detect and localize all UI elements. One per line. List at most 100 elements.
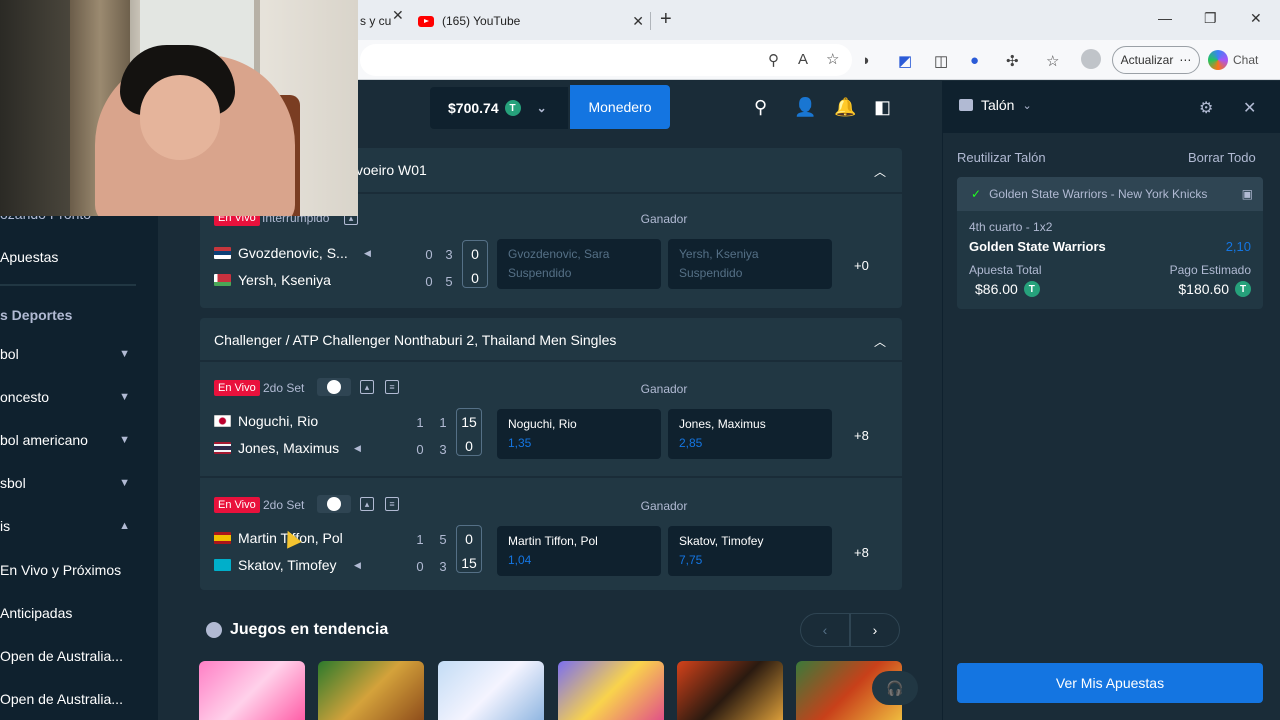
more-markets-link[interactable]: +8 — [854, 545, 869, 560]
betslip-title[interactable]: Talón ⌄ — [959, 97, 1032, 113]
player-name: Yersh, Kseniya — [238, 272, 331, 288]
serve-indicator-icon: ◀ — [354, 560, 361, 570]
close-icon[interactable]: ✕ — [1243, 98, 1256, 118]
game-tile[interactable] — [677, 661, 783, 720]
game-tile[interactable] — [199, 661, 305, 720]
more-markets-link[interactable]: +0 — [854, 258, 869, 273]
more-markets-link[interactable]: +8 — [854, 428, 869, 443]
ticket-icon — [959, 99, 973, 111]
betslip-header: Talón ⌄ ⚙ ✕ — [943, 81, 1280, 133]
scoreboard-icon[interactable]: ≡ — [385, 497, 399, 511]
sidebar-item-basketball[interactable]: oncesto ▼ — [0, 387, 140, 407]
read-aloud-icon[interactable]: A — [798, 51, 808, 68]
sidebar-item-american-football[interactable]: bol americano ▼ — [0, 430, 140, 450]
stake-amount[interactable]: $86.00 T — [975, 281, 1040, 297]
stats-icon[interactable]: ▴ — [360, 497, 374, 511]
point-score-box: 0 0 — [462, 240, 488, 288]
notifications-icon[interactable]: 🔔 — [834, 97, 856, 118]
new-tab-icon[interactable]: + — [660, 8, 672, 31]
profile-avatar[interactable] — [1081, 49, 1101, 69]
chevron-up-icon[interactable]: ︿ — [874, 163, 886, 180]
point-score-box: 0 15 — [456, 525, 482, 573]
odds-button[interactable]: Gvozdenovic, Sara Suspendido — [497, 239, 661, 289]
close-tab-icon[interactable]: ✕ — [632, 13, 644, 30]
sidebar-item-live-upcoming[interactable]: En Vivo y Próximos — [0, 560, 140, 580]
tether-icon: T — [504, 100, 521, 116]
odds-button[interactable]: Jones, Maximus 2,85 — [668, 409, 832, 459]
chevron-down-icon: ▼ — [119, 391, 130, 403]
balance-value: $700.74 — [448, 100, 499, 116]
odds-button[interactable]: Noguchi, Rio 1,35 — [497, 409, 661, 459]
settings-icon[interactable]: ⚙ — [1199, 98, 1213, 118]
game-tile[interactable] — [318, 661, 424, 720]
set-score: 5 — [439, 532, 447, 547]
live-stream-icon[interactable] — [317, 378, 351, 396]
game-tile[interactable] — [438, 661, 544, 720]
wallet-button[interactable]: Monedero — [570, 85, 670, 129]
sidebar-item-football[interactable]: bol ▼ — [0, 344, 140, 364]
restore-icon[interactable]: ❐ — [1204, 10, 1217, 27]
odds-button[interactable]: Yersh, Kseniya Suspendido — [668, 239, 832, 289]
sidebar-item-bets[interactable]: Apuestas — [0, 247, 140, 267]
support-headset-icon[interactable]: 🎧 — [872, 671, 918, 705]
set-score: 0 — [416, 442, 424, 457]
payout-label: Pago Estimado — [1169, 263, 1251, 277]
sidebar-item-baseball[interactable]: sbol ▼ — [0, 473, 140, 493]
live-stream-icon[interactable] — [317, 495, 351, 513]
close-window-icon[interactable]: ✕ — [1250, 10, 1262, 27]
belarus-flag-icon — [214, 274, 231, 286]
balance-selector[interactable]: $700.74 T ⌄ — [430, 87, 568, 129]
chevron-down-icon: ▼ — [119, 348, 130, 360]
game-tile[interactable] — [558, 661, 664, 720]
clear-all-link[interactable]: Borrar Todo — [1188, 150, 1256, 165]
minimize-icon[interactable]: — — [1158, 10, 1172, 26]
japan-flag-icon — [214, 415, 231, 427]
chevron-up-icon[interactable]: ︿ — [874, 333, 886, 350]
favorites-icon[interactable]: ☆ — [1046, 52, 1059, 70]
chevron-down-icon: ⌄ — [536, 101, 547, 115]
url-field[interactable]: ⚲ A ☆ — [360, 44, 852, 76]
browser-tab-youtube[interactable]: (165) YouTube ✕ — [412, 6, 650, 36]
tab-label: (165) YouTube — [442, 14, 521, 28]
favorite-icon[interactable]: ☆ — [826, 50, 839, 68]
main-content: voeiro W01 ︿ En Vivo Interrumpido ▴ Gana… — [158, 135, 942, 720]
stats-icon[interactable]: ▴ — [360, 380, 374, 394]
betslip-toggle-icon[interactable]: ◧ — [874, 97, 891, 118]
scoreboard-icon[interactable]: ≡ — [385, 380, 399, 394]
market-label: Ganador — [640, 499, 688, 513]
trash-icon[interactable]: ▣ — [1242, 187, 1253, 201]
kazakhstan-flag-icon — [214, 559, 231, 571]
reuse-slip-link[interactable]: Reutilizar Talón — [957, 150, 1046, 165]
sidebar-item-australian-open[interactable]: Open de Australia... — [0, 689, 140, 709]
extensions-icon[interactable]: ✣ — [1006, 52, 1019, 70]
zoom-icon[interactable]: ⚲ — [768, 51, 779, 69]
view-my-bets-button[interactable]: Ver Mis Apuestas — [957, 663, 1263, 703]
search-icon[interactable]: ⚲ — [754, 97, 767, 118]
odds-button[interactable]: Skatov, Timofey 7,75 — [668, 526, 832, 576]
set-score: 3 — [439, 442, 447, 457]
event-title[interactable]: voeiro W01 — [356, 150, 427, 190]
user-icon[interactable]: 👤 — [794, 97, 816, 118]
chevron-down-icon: ▼ — [119, 477, 130, 489]
odds-button[interactable]: Martin Tiffon, Pol 1,04 — [497, 526, 661, 576]
bet-odds: 2,10 — [1225, 239, 1251, 254]
next-arrow-icon[interactable]: › — [850, 613, 900, 647]
sidebar-item-tennis[interactable]: is ▲ — [0, 516, 140, 536]
copilot-chat-button[interactable]: Chat — [1208, 46, 1274, 74]
set-score: 5 — [445, 274, 453, 289]
bet-market: 4th cuarto - 1x2 — [969, 220, 1053, 234]
extension-icon[interactable]: ◩ — [898, 52, 912, 70]
update-button[interactable]: Actualizar ⋯ — [1112, 46, 1200, 74]
tab-label: s y cu — [360, 14, 392, 28]
event-title[interactable]: Challenger / ATP Challenger Nonthaburi 2… — [214, 320, 616, 360]
sidebar-item-australian-open[interactable]: Open de Australia... — [0, 646, 140, 666]
set-score: 1 — [439, 415, 447, 430]
sidebar-item-outrights[interactable]: Anticipadas — [0, 603, 140, 623]
tether-icon: T — [1235, 281, 1251, 297]
prev-arrow-icon[interactable]: ‹ — [800, 613, 850, 647]
screenshot-icon[interactable]: ◫ — [934, 52, 948, 70]
extension-icon[interactable]: ◗ — [862, 52, 871, 69]
extension-icon[interactable]: ● — [970, 52, 979, 69]
chevron-down-icon: ▼ — [119, 434, 130, 446]
sports-sidebar: ozando Pronto Apuestas s Deportes bol▼ o… — [0, 206, 158, 720]
